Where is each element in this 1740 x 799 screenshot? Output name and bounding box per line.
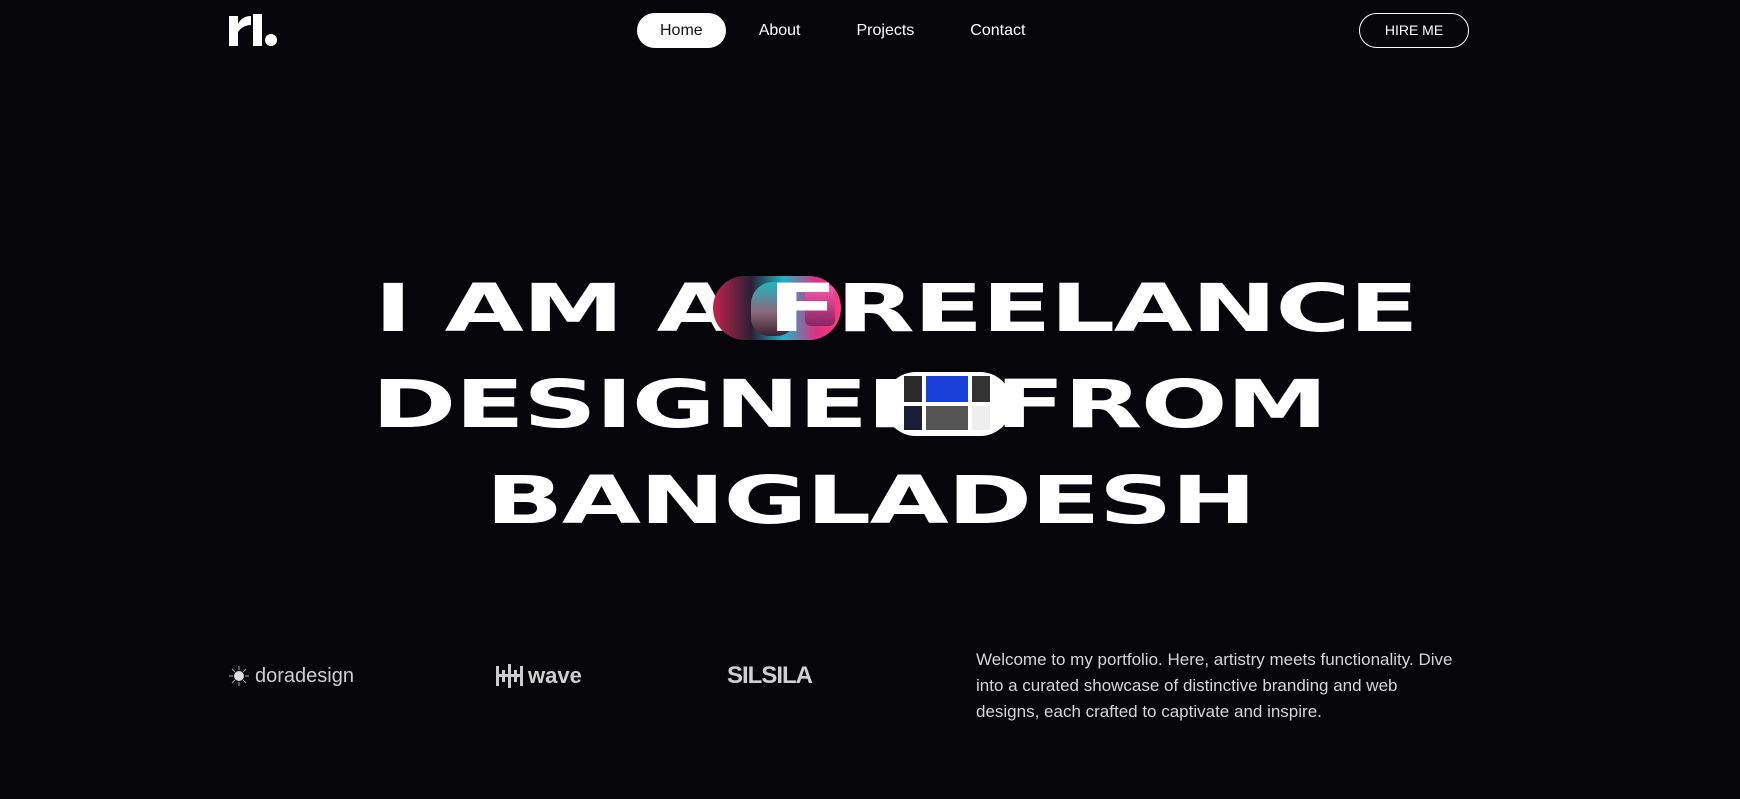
nav-projects[interactable]: Projects [834, 13, 938, 48]
hero-text: FROM [995, 365, 1328, 443]
hero-line-3: BANGLADESH [0, 452, 1740, 548]
nav-contact[interactable]: Contact [947, 13, 1048, 48]
hero-text: FREELANCE [767, 269, 1418, 347]
hero-text: I AM A [374, 269, 736, 347]
nav-about[interactable]: About [736, 13, 824, 48]
wave-logo: wave [494, 662, 582, 690]
hero-text: DESIGNER [370, 365, 945, 443]
wave-text: wave [528, 663, 582, 688]
silsila-text: SILSILA [727, 662, 813, 689]
silsila-logo: SILSILA [727, 662, 813, 690]
hero-heading: I AM A FREELANCE DESIGNER FROM BANGLADES… [0, 260, 1740, 548]
hero-text: BANGLADESH [485, 461, 1256, 539]
doradesign-text: doradesign [255, 664, 354, 687]
hero-line-1: I AM A FREELANCE [0, 260, 1740, 356]
hire-me-button[interactable]: HIRE ME [1359, 13, 1469, 48]
logo-mark-icon[interactable] [229, 14, 277, 48]
hero-line-2: DESIGNER FROM [0, 356, 1740, 452]
intro-paragraph: Welcome to my portfolio. Here, artistry … [976, 650, 1453, 721]
doradesign-burst-icon [229, 666, 249, 686]
nav-home[interactable]: Home [637, 13, 726, 48]
main-nav: Home About Projects Contact [637, 13, 1048, 48]
projects-pill-image [883, 372, 1012, 436]
doradesign-logo: doradesign [229, 662, 354, 690]
wave-glyph-icon [496, 664, 523, 688]
